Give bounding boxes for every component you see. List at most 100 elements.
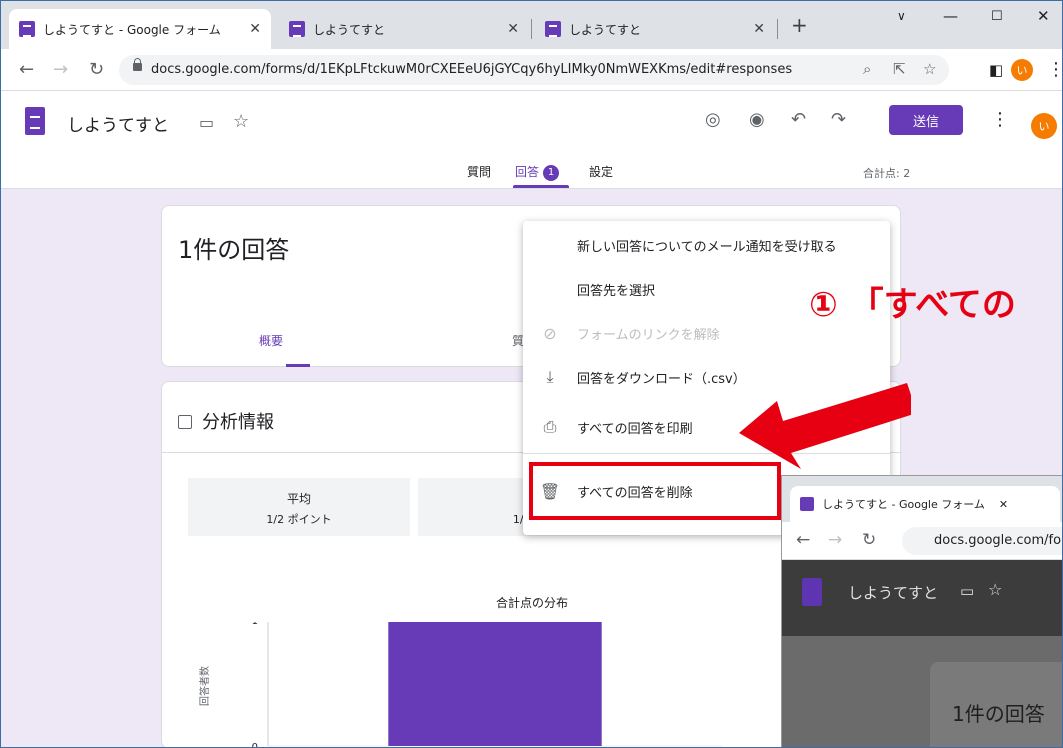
back-icon: ←: [796, 530, 811, 550]
browser-tab-forms[interactable]: しようてすと - Google フォーム ✕: [9, 9, 271, 49]
maximize-icon[interactable]: ☐: [991, 9, 1003, 24]
overlay-body: 1件の回答: [782, 636, 1062, 747]
tab-title: しようてすと: [569, 22, 642, 37]
browser-tab-3[interactable]: しようてすと ✕: [535, 9, 775, 49]
browser-menu-icon[interactable]: ⋮: [1047, 59, 1062, 80]
forward-icon: →: [828, 530, 843, 550]
close-icon[interactable]: ✕: [507, 21, 519, 37]
print-icon: ⎙: [543, 417, 557, 436]
tab-title: しようてすと: [313, 22, 386, 37]
palette-icon[interactable]: ◎: [705, 109, 721, 130]
form-title[interactable]: しようてすと: [67, 111, 169, 136]
overlay-address-bar: ← → ↻ docs.google.com/form: [782, 522, 1062, 560]
menu-item-label: フォームのリンクを解除: [577, 327, 720, 343]
overlay-forms-header: しようてすと ▭ ☆: [782, 560, 1062, 636]
forms-favicon-icon: [545, 21, 561, 37]
folder-icon[interactable]: ▭: [199, 113, 214, 132]
form-nav-tabs: 質問 回答 1 設定 合計点: 2: [1, 161, 1062, 189]
y-tick-label: 1: [252, 622, 258, 627]
analysis-heading: 分析情報: [178, 408, 274, 434]
menu-item-label: 新しい回答についてのメール通知を受け取る: [577, 239, 837, 255]
redo-icon[interactable]: ↷: [831, 109, 846, 130]
more-options-icon[interactable]: ⋮: [991, 109, 1009, 130]
profile-avatar[interactable]: い: [1011, 59, 1033, 81]
browser-tab-2[interactable]: しようてすと ✕: [279, 9, 529, 49]
reload-icon[interactable]: ↻: [89, 59, 104, 80]
bar: [388, 622, 602, 746]
tab-separator: [777, 19, 778, 39]
y-tick-label: 0: [252, 742, 258, 748]
tab-responses[interactable]: 回答 1: [515, 163, 560, 181]
tab-questions[interactable]: 質問: [467, 163, 491, 180]
overlay-card: 1件の回答: [930, 662, 1062, 747]
overlay-response-count: 1件の回答: [952, 702, 1045, 726]
tab-title: しようてすと - Google フォーム: [43, 22, 221, 37]
send-button[interactable]: 送信: [889, 105, 963, 135]
annotation-step-label: ① 「すべての: [809, 285, 1016, 325]
lock-icon: [133, 58, 142, 71]
tab-strip: しようてすと - Google フォーム ✕ しようてすと ✕ しようてすと ✕…: [1, 1, 1062, 49]
browser-window: しようてすと - Google フォーム ✕ しようてすと ✕ しようてすと ✕…: [0, 0, 1063, 748]
reload-icon: ↻: [862, 530, 877, 550]
stat-average: 平均 1/2 ポイント: [188, 478, 410, 536]
summary-tab-indicator: [286, 364, 310, 367]
overlay-form-title: しようてすと: [848, 584, 939, 602]
active-tab-indicator: [513, 185, 569, 188]
overlay-tab-title: しようてすと - Google フォーム: [822, 498, 985, 511]
new-tab-button[interactable]: +: [791, 13, 808, 37]
response-count-title: 1件の回答: [178, 236, 290, 264]
overlay-tab-strip: しようてすと - Google フォーム ✕: [782, 476, 1062, 522]
chart-title: 合計点の分布: [495, 596, 568, 610]
menu-item-label: 回答先を選択: [577, 283, 656, 299]
overlay-url: docs.google.com/form: [934, 533, 1062, 548]
download-icon: ⤓: [546, 367, 554, 386]
back-icon[interactable]: ←: [19, 59, 34, 80]
response-count-badge: 1: [543, 164, 560, 181]
close-icon[interactable]: ✕: [753, 21, 765, 37]
forms-favicon-icon: [800, 497, 814, 511]
share-icon[interactable]: ⇱: [893, 60, 906, 78]
overlay-omnibox: docs.google.com/form: [902, 527, 1062, 555]
bookmark-star-icon[interactable]: ☆: [923, 60, 936, 78]
folder-icon: ▭: [960, 582, 975, 600]
side-panel-icon[interactable]: ◧: [989, 61, 1003, 79]
analysis-heading-text: 分析情報: [202, 412, 274, 433]
address-bar-row: ← → ↻ docs.google.com/forms/d/1EKpLFtcku…: [1, 49, 1062, 91]
close-icon[interactable]: ✕: [249, 21, 261, 37]
menu-item-label: 回答をダウンロード（.csv）: [577, 371, 746, 387]
points-distribution-chart: 0 1 回答者数: [198, 622, 722, 748]
zoom-icon[interactable]: ⌕: [863, 60, 871, 78]
star-icon[interactable]: ☆: [233, 111, 249, 132]
stat-value: 1/2 ポイント: [266, 513, 332, 526]
forms-favicon-icon: [289, 21, 305, 37]
stat-label: 平均: [286, 492, 311, 506]
tab-responses-label: 回答: [515, 165, 540, 179]
tab-search-icon[interactable]: ∨: [897, 9, 906, 23]
insights-icon: [178, 415, 192, 429]
tab-summary[interactable]: 概要: [259, 332, 283, 349]
account-avatar[interactable]: い: [1031, 113, 1057, 139]
omnibox[interactable]: docs.google.com/forms/d/1EKpLFtckuwM0rCX…: [119, 55, 949, 85]
overlay-screenshot: しようてすと - Google フォーム ✕ ← → ↻ docs.google…: [781, 475, 1062, 747]
star-icon: ☆: [988, 580, 1003, 599]
tab-settings[interactable]: 設定: [589, 163, 613, 180]
unlink-icon: ⊘: [543, 323, 557, 343]
forms-favicon-icon: [19, 21, 35, 37]
forms-header: しようてすと ▭ ☆ ◎ ◉ ↶ ↷ 送信 ⋮ い: [1, 91, 1062, 161]
forms-logo-icon[interactable]: [25, 107, 45, 135]
preview-eye-icon[interactable]: ◉: [749, 109, 765, 130]
window-close-icon[interactable]: ✕: [1037, 7, 1050, 25]
y-axis-label: 回答者数: [198, 666, 211, 706]
forms-logo-icon: [802, 578, 822, 606]
menu-item-email-notify[interactable]: 新しい回答についてのメール通知を受け取る: [523, 225, 890, 265]
close-icon: ✕: [998, 497, 1009, 511]
undo-icon[interactable]: ↶: [791, 109, 806, 130]
url-text[interactable]: docs.google.com/forms/d/1EKpLFtckuwM0rCX…: [151, 62, 792, 77]
overlay-tab: しようてすと - Google フォーム ✕: [790, 486, 1060, 522]
minimize-icon[interactable]: —: [943, 7, 958, 25]
forward-icon[interactable]: →: [53, 59, 68, 80]
menu-item-label: すべての回答を印刷: [577, 421, 693, 437]
total-points: 合計点: 2: [863, 167, 911, 180]
red-arrow-icon: [739, 383, 911, 469]
tab-separator: [531, 19, 532, 39]
